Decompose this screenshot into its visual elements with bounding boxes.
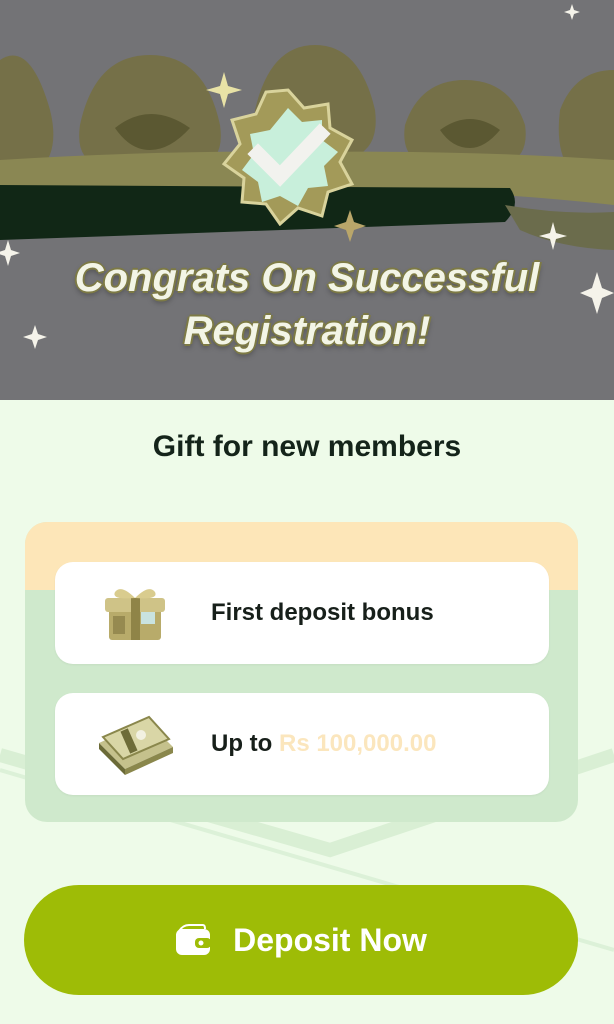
congrats-title-line-2: Registration! — [183, 309, 431, 353]
gift-panel: First deposit bonus Up to Rs 100,000.00 — [25, 522, 578, 822]
wallet-icon — [176, 924, 212, 955]
first-deposit-label: First deposit bonus — [211, 599, 434, 626]
checkmark-badge-icon — [221, 88, 355, 226]
bonus-prefix: Up to — [211, 730, 273, 757]
gift-box-icon — [105, 589, 165, 640]
bonus-amount-card: Up to Rs 100,000.00 — [55, 693, 549, 795]
first-deposit-card: First deposit bonus — [55, 562, 549, 664]
deposit-now-label: Deposit Now — [233, 921, 427, 958]
congrats-title: Congrats On Successful Registration! — [0, 252, 614, 358]
congrats-title-line-1: Congrats On Successful — [74, 256, 540, 300]
cash-stack-icon — [99, 715, 173, 775]
gift-heading: Gift for new members — [152, 430, 462, 463]
congrats-banner: Congrats On Successful Registration! — [0, 0, 614, 400]
bonus-amount: Rs 100,000.00 — [278, 730, 437, 757]
bonus-amount-label: Up to Rs 100,000.00 — [211, 693, 436, 795]
deposit-now-button[interactable]: Deposit Now — [24, 885, 578, 995]
